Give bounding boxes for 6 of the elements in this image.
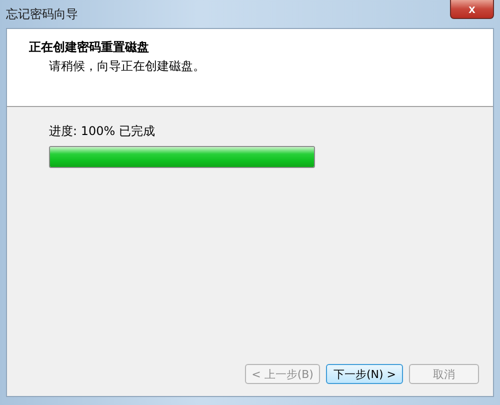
progress-label: 进度: 100% 已完成 [49,123,156,140]
step-title: 正在创建密码重置磁盘 [29,39,150,56]
close-button[interactable]: x [450,0,494,19]
step-subtitle: 请稍候，向导正在创建磁盘。 [48,58,206,75]
wizard-button[interactable]: 下一步(N) > [326,364,403,384]
window-title: 忘记密码向导 [6,6,78,23]
